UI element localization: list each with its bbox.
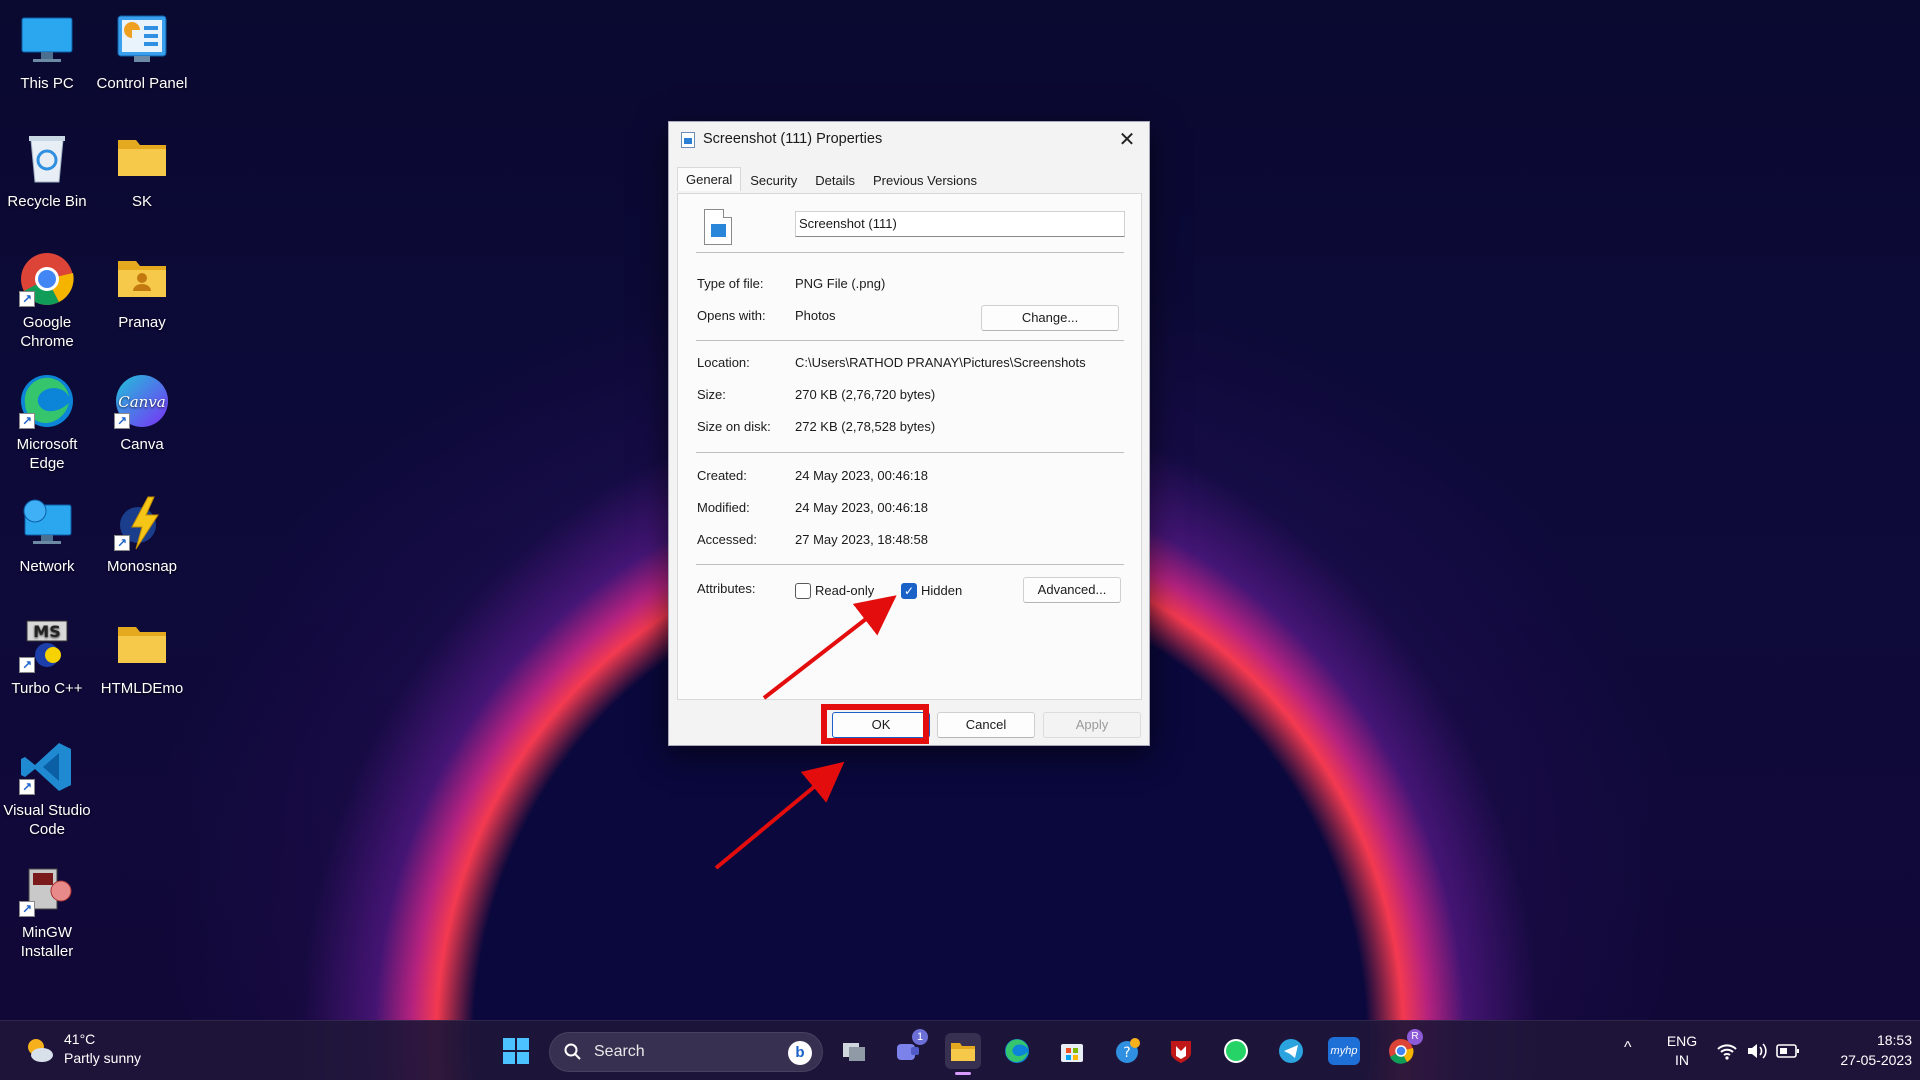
taskbar-search[interactable]: Search b bbox=[549, 1032, 823, 1072]
file-explorer-icon[interactable] bbox=[945, 1033, 981, 1075]
arrow-to-ok-button bbox=[714, 761, 845, 870]
edge-taskbar-icon[interactable] bbox=[999, 1033, 1035, 1069]
telegram-icon[interactable] bbox=[1273, 1033, 1309, 1069]
battery-icon[interactable] bbox=[1776, 1043, 1800, 1059]
myhp-icon[interactable]: myhp bbox=[1328, 1037, 1360, 1065]
mcafee-icon[interactable] bbox=[1163, 1033, 1199, 1069]
windows-logo-icon bbox=[503, 1038, 529, 1064]
svg-text:?: ? bbox=[1123, 1045, 1130, 1061]
microsoft-store-icon[interactable] bbox=[1054, 1033, 1090, 1069]
start-button[interactable] bbox=[498, 1033, 534, 1069]
wifi-icon[interactable] bbox=[1716, 1041, 1738, 1061]
weather-temperature: 41°C bbox=[64, 1031, 96, 1047]
get-help-icon[interactable]: ? bbox=[1109, 1033, 1145, 1069]
teams-badge: 1 bbox=[912, 1029, 928, 1045]
partly-sunny-icon bbox=[28, 1039, 53, 1062]
active-app-indicator bbox=[955, 1072, 971, 1075]
search-placeholder: Search bbox=[594, 1043, 645, 1060]
chrome-taskbar-icon[interactable]: R bbox=[1383, 1029, 1423, 1069]
clock-time[interactable]: 18:53 bbox=[1812, 1032, 1912, 1048]
chrome-profile-badge: R bbox=[1407, 1029, 1423, 1045]
teams-chat-icon[interactable]: 1 bbox=[890, 1029, 928, 1069]
weather-description: Partly sunny bbox=[64, 1050, 142, 1066]
taskbar: 41°C Partly sunny Search b 1 ? myhp R ^ … bbox=[0, 1020, 1920, 1080]
input-language-top[interactable]: ENG bbox=[1662, 1033, 1702, 1049]
volume-icon[interactable] bbox=[1746, 1041, 1768, 1061]
bing-icon[interactable]: b bbox=[788, 1041, 812, 1065]
input-language-bottom[interactable]: IN bbox=[1662, 1052, 1702, 1068]
clock-date[interactable]: 27-05-2023 bbox=[1812, 1052, 1912, 1068]
annotation-arrows bbox=[714, 595, 897, 870]
show-hidden-icons-chevron[interactable]: ^ bbox=[1624, 1039, 1632, 1057]
whatsapp-icon[interactable] bbox=[1218, 1033, 1254, 1069]
arrow-to-hidden-checkbox bbox=[762, 595, 897, 700]
search-icon bbox=[564, 1043, 581, 1060]
task-view-icon[interactable] bbox=[836, 1033, 872, 1069]
